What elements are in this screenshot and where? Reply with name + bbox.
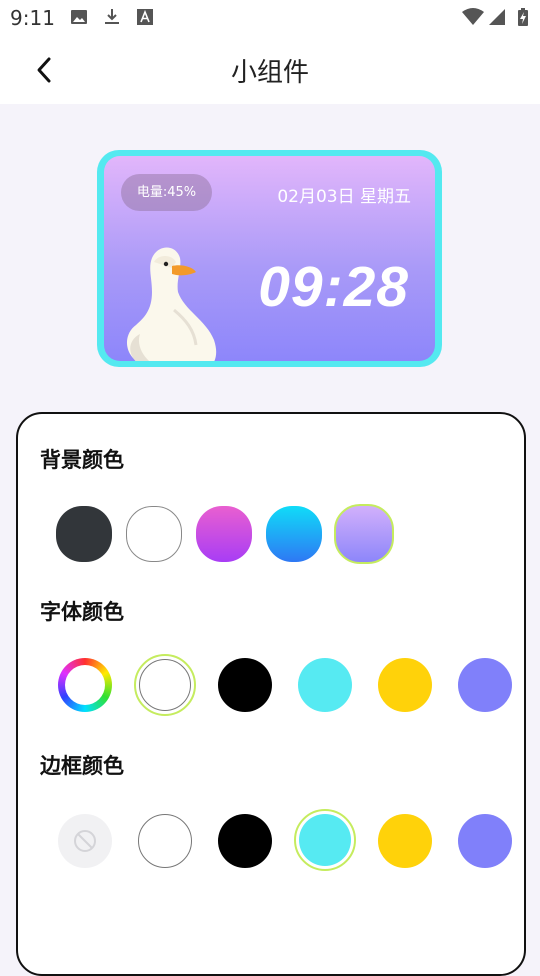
download-icon [105, 9, 119, 24]
duck-illustration [127, 247, 217, 361]
bg-swatch-white[interactable] [126, 506, 182, 562]
widget-preview: 电量:45% 02月03日 星期五 09:28 [97, 150, 442, 367]
widget-background: 电量:45% 02月03日 星期五 09:28 [104, 156, 435, 361]
font-swatch-cyan[interactable] [298, 658, 352, 712]
signal-icon [489, 9, 505, 25]
status-bar: 9:11 [0, 0, 540, 36]
bg-swatch-dark-gray[interactable] [56, 506, 112, 562]
font-color-title: 字体颜色 [40, 600, 124, 624]
battery-label: 电量:45% [121, 174, 212, 211]
font-icon [137, 9, 153, 25]
status-time: 9:11 [10, 6, 55, 30]
date-label: 02月03日 星期五 [277, 187, 411, 207]
font-swatch-periwinkle[interactable] [458, 658, 512, 712]
settings-panel: 背景颜色 字体颜色 边框颜色 [16, 412, 526, 976]
font-swatch-black[interactable] [218, 658, 272, 712]
font-swatch-white-selected[interactable] [139, 659, 191, 711]
border-color-title: 边框颜色 [40, 754, 124, 778]
bg-swatch-cyan-blue[interactable] [266, 506, 322, 562]
clock-label: 09:28 [258, 255, 409, 319]
bg-swatch-pink-purple[interactable] [196, 506, 252, 562]
border-swatch-yellow[interactable] [378, 814, 432, 868]
background-color-title: 背景颜色 [40, 448, 124, 472]
font-swatch-yellow[interactable] [378, 658, 432, 712]
image-icon [71, 10, 87, 24]
bg-swatch-lavender-selected[interactable] [334, 504, 394, 564]
page-title: 小组件 [230, 58, 309, 88]
app-bar: 小组件 [0, 36, 540, 104]
prohibited-icon [74, 830, 96, 852]
border-swatch-black[interactable] [218, 814, 272, 868]
border-swatch-white[interactable] [138, 814, 192, 868]
border-swatch-periwinkle[interactable] [458, 814, 512, 868]
border-swatch-none[interactable] [58, 814, 112, 868]
border-swatch-cyan-selected[interactable] [299, 814, 351, 866]
battery-charging-icon [518, 8, 528, 26]
color-wheel-icon[interactable] [58, 658, 112, 712]
wifi-icon [462, 8, 484, 25]
